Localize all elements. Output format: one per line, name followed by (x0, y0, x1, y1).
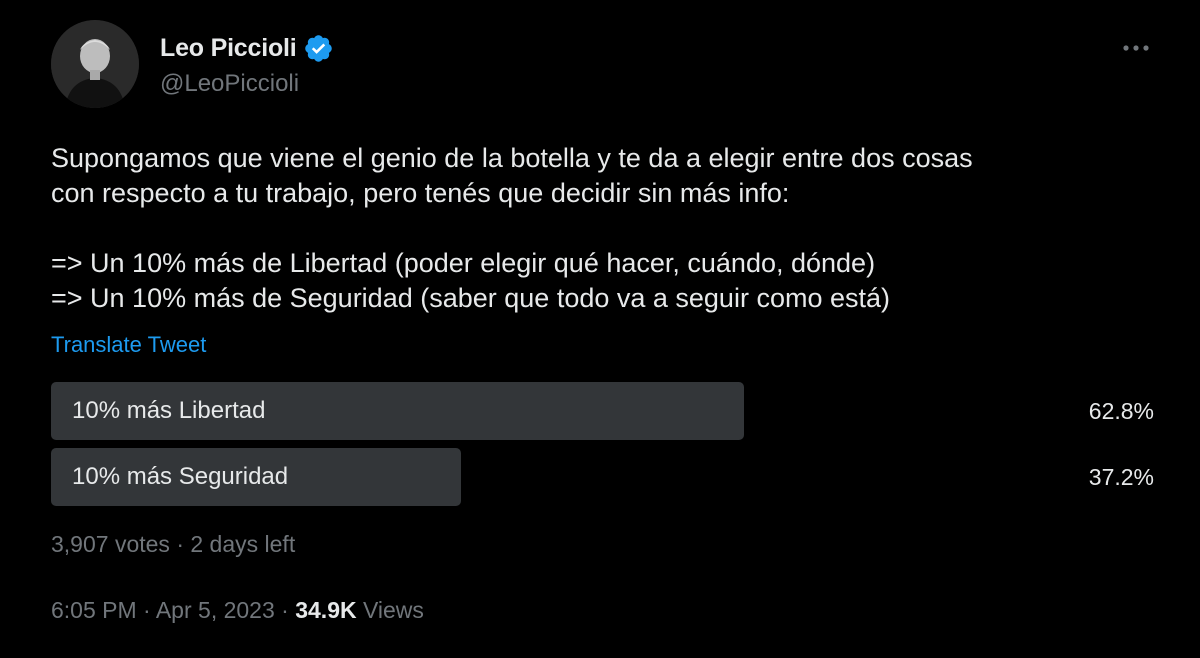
timestamp-separator: · (281, 597, 289, 623)
tweet-line: => Un 10% más de Libertad (poder elegir … (51, 248, 876, 278)
poll-option-1: 10% más Libertad 62.8% (51, 382, 1154, 440)
author-display-name[interactable]: Leo Piccioli (160, 34, 297, 63)
poll-option-percent: 62.8% (1088, 398, 1154, 424)
tweet-timestamp-row: 6:05 PM · Apr 5, 2023 · 34.9K Views (51, 597, 424, 624)
more-horizontal-icon (1123, 45, 1149, 51)
poll-meta: 3,907 votes · 2 days left (51, 531, 295, 558)
more-options-button[interactable] (1118, 30, 1154, 66)
poll-option-percent: 37.2% (1088, 464, 1154, 490)
author-name-row[interactable]: Leo Piccioli (160, 28, 334, 68)
avatar[interactable] (51, 20, 139, 108)
translate-tweet-link[interactable]: Translate Tweet (51, 332, 206, 358)
poll-votes: 3,907 votes (51, 531, 170, 557)
tweet-line: => Un 10% más de Seguridad (saber que to… (51, 283, 890, 313)
views-count[interactable]: 34.9K (295, 597, 356, 623)
poll-meta-separator: · (176, 531, 184, 557)
timestamp-separator: · (143, 597, 151, 623)
views-label[interactable]: Views (363, 597, 424, 623)
author-handle[interactable]: @LeoPiccioli (160, 70, 299, 98)
verified-badge-icon (303, 33, 334, 64)
tweet-text: Supongamos que viene el genio de la bote… (51, 141, 1161, 316)
tweet-time[interactable]: 6:05 PM (51, 597, 137, 623)
tweet: Leo Piccioli @LeoPiccioli Supongamos que… (0, 0, 1200, 658)
poll-option-label: 10% más Libertad (72, 397, 266, 424)
poll-time-left: 2 days left (190, 531, 296, 557)
poll-option-label: 10% más Seguridad (72, 463, 289, 490)
avatar-image (51, 20, 139, 108)
poll-option-2: 10% más Seguridad 37.2% (51, 448, 1154, 506)
tweet-line: Supongamos que viene el genio de la bote… (51, 143, 973, 173)
tweet-date[interactable]: Apr 5, 2023 (156, 597, 275, 623)
tweet-line: con respecto a tu trabajo, pero tenés qu… (51, 178, 790, 208)
